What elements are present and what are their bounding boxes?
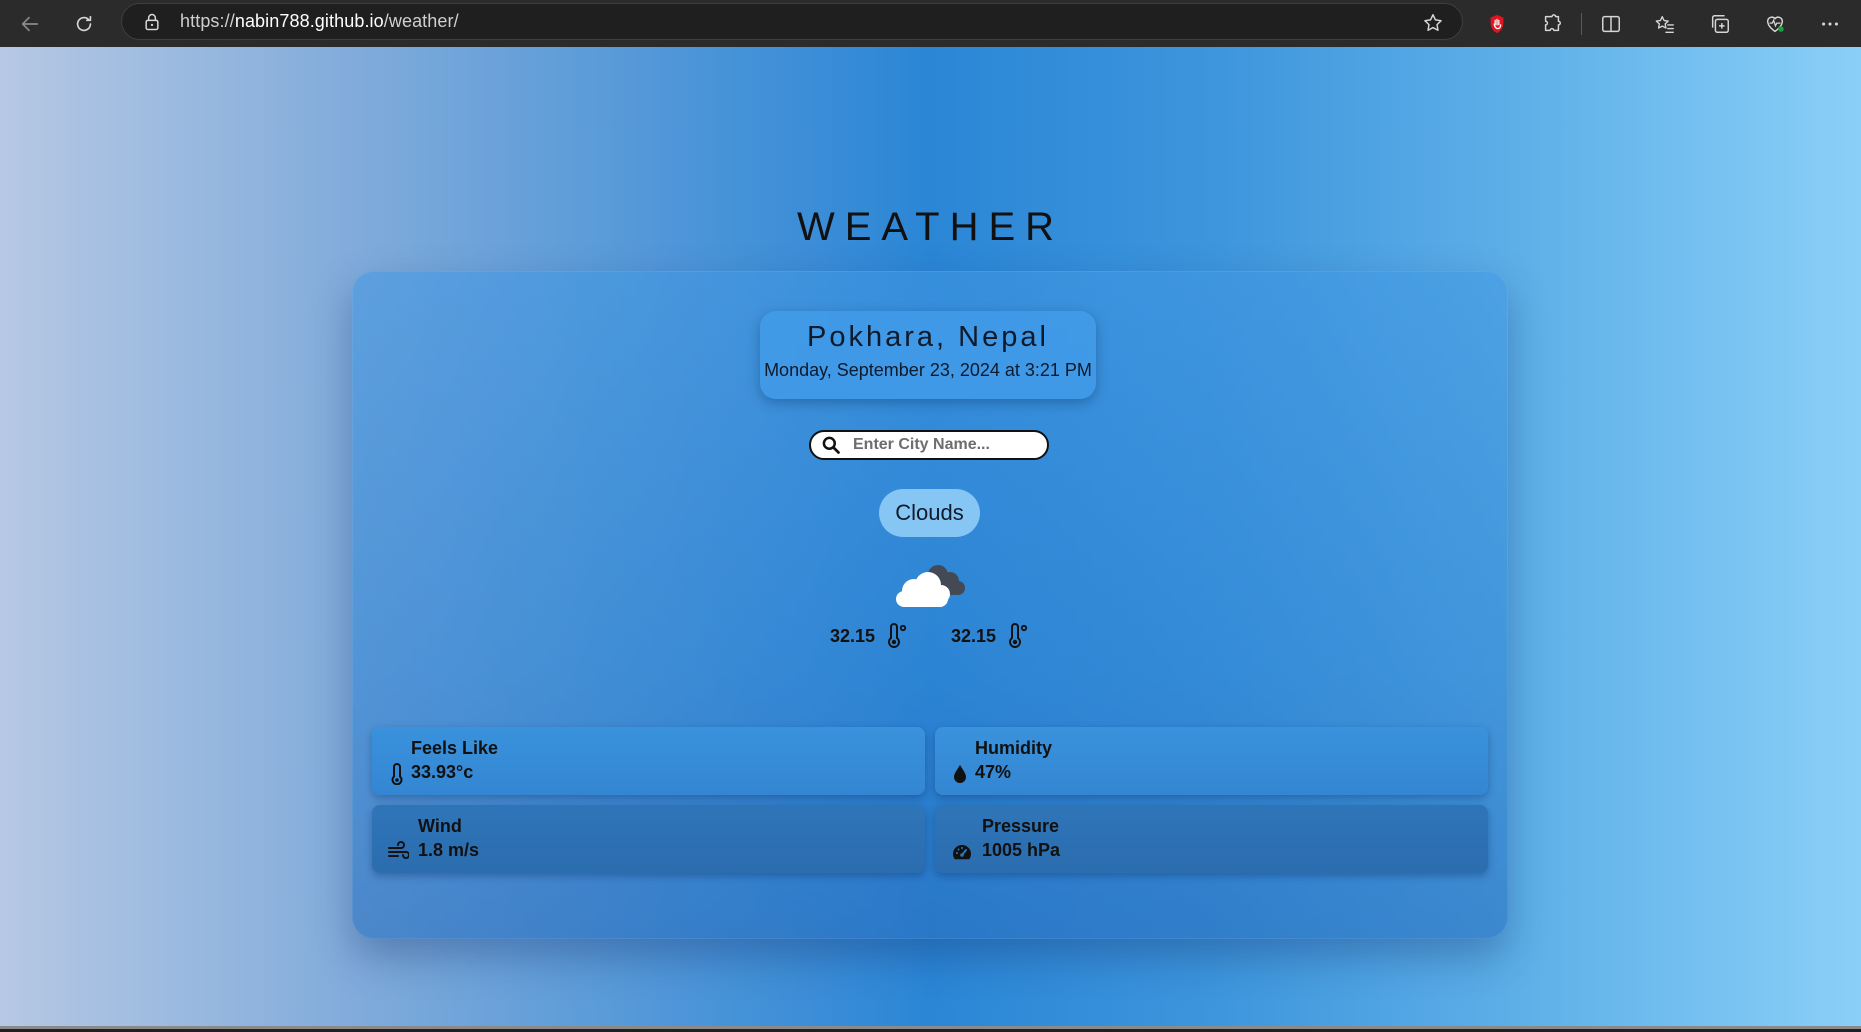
wind-icon (387, 841, 409, 863)
feels-like-label: Feels Like (411, 738, 499, 758)
favorite-star-icon[interactable] (1422, 12, 1444, 34)
thermometer-icon (883, 623, 909, 649)
location-box: Pokhara, Nepal Monday, September 23, 202… (760, 311, 1096, 399)
humidity-card: Humidity 47% (935, 727, 1488, 795)
browser-essentials-icon[interactable] (1763, 12, 1787, 36)
city-name: Pokhara, Nepal (807, 321, 1049, 353)
temp-max-value: 32.15 (951, 625, 997, 646)
more-options-icon[interactable] (1818, 12, 1842, 36)
favorites-icon[interactable] (1653, 12, 1677, 36)
feels-like-value: 33.93°c (411, 762, 474, 782)
lock-icon[interactable] (142, 12, 162, 32)
feels-like-card: Feels Like 33.93°c (372, 727, 925, 795)
search-icon[interactable] (821, 435, 841, 455)
temperature-range: 32.15 32.15 (352, 623, 1508, 649)
url-scheme: https:// (180, 11, 235, 31)
extensions-puzzle-icon[interactable] (1540, 12, 1564, 36)
browser-toolbar-icons (1480, 0, 1842, 47)
weather-condition-badge: Clouds (879, 489, 980, 537)
thermometer-icon (1004, 623, 1030, 649)
thermometer-icon (386, 763, 408, 785)
weather-card: Pokhara, Nepal Monday, September 23, 202… (352, 271, 1508, 939)
cloud-icon (892, 561, 968, 609)
wind-card: Wind 1.8 m/s (372, 805, 925, 873)
arrow-left-icon (21, 16, 39, 31)
temp-min: 32.15 (830, 623, 909, 649)
droplet-icon (949, 763, 971, 785)
pressure-card: Pressure 1005 hPa (935, 805, 1488, 873)
url-path: /weather/ (383, 11, 459, 31)
url-host: nabin788.github.io (234, 11, 384, 31)
date-time: Monday, September 23, 2024 at 3:21 PM (764, 360, 1092, 380)
wind-label: Wind (418, 816, 462, 836)
city-search[interactable] (809, 430, 1049, 460)
toolbar-divider (1581, 12, 1582, 35)
temp-min-value: 32.15 (829, 625, 875, 646)
pressure-label: Pressure (982, 816, 1060, 836)
collections-icon[interactable] (1708, 12, 1732, 36)
url-text[interactable]: https://nabin788.github.io/weather/ (180, 11, 459, 32)
humidity-label: Humidity (975, 738, 1053, 758)
weather-page: WEATHER Pokhara, Nepal Monday, September… (0, 47, 1861, 1029)
refresh-icon (76, 15, 92, 31)
page-title: WEATHER (796, 205, 1065, 249)
browser-toolbar: https://nabin788.github.io/weather/ (0, 0, 1861, 47)
adblock-extension-icon[interactable] (1485, 12, 1509, 36)
humidity-value: 47% (975, 762, 1012, 782)
split-screen-icon[interactable] (1599, 12, 1623, 36)
refresh-button[interactable] (64, 4, 104, 44)
gauge-icon (951, 841, 973, 863)
pressure-value: 1005 hPa (982, 840, 1061, 860)
search-input[interactable] (851, 435, 1035, 455)
temp-max: 32.15 (951, 623, 1030, 649)
back-button[interactable] (10, 4, 50, 44)
address-bar[interactable]: https://nabin788.github.io/weather/ (121, 3, 1463, 40)
wind-value: 1.8 m/s (418, 840, 480, 860)
